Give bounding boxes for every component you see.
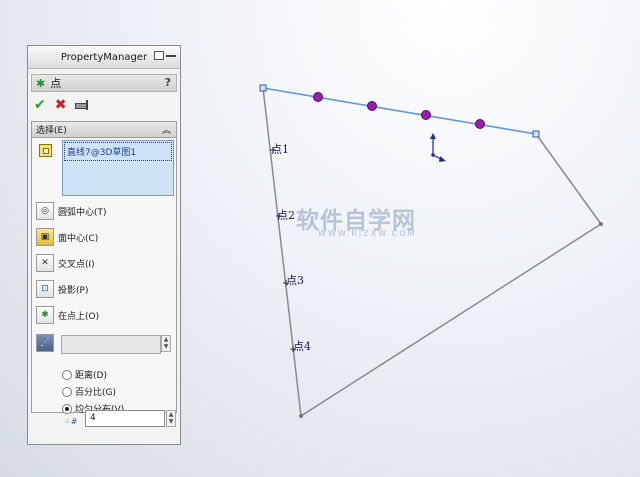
selection-group: 选择(E) ︽ 直线7@3D草图1 ◎ 圆弧中心(T) ▣ 面中心(C) ✕ 交…: [31, 121, 177, 427]
option-face-center[interactable]: ▣ 面中心(C): [36, 228, 98, 246]
sketch-edge-right[interactable]: [535, 133, 602, 225]
cancel-x-icon[interactable]: ✖: [55, 97, 67, 113]
distribution-spinner[interactable]: ▲ ▼: [161, 335, 171, 352]
keep-visible-pushpin-icon[interactable]: [75, 100, 89, 110]
point-label-2: 点2: [277, 209, 295, 222]
selection-list[interactable]: 直线7@3D草图1: [62, 140, 174, 196]
option-label: 投影(P): [58, 285, 89, 296]
selection-group-header[interactable]: 选择(E) ︽: [32, 122, 176, 138]
point-count-input[interactable]: 4: [85, 410, 165, 427]
vertex-point: [299, 414, 303, 418]
radio-distance[interactable]: 距离(D): [62, 368, 107, 381]
sketch-edge-bottom[interactable]: [300, 223, 602, 417]
coordinate-triad-icon: [430, 133, 446, 162]
option-along-curve[interactable]: ⋰: [36, 334, 58, 352]
vertex-point: [599, 222, 603, 226]
feature-name: 点: [50, 77, 62, 90]
intersection-icon[interactable]: ✕: [36, 254, 54, 272]
point-feature-icon: ✱: [36, 76, 46, 90]
selected-line[interactable]: [262, 87, 537, 135]
radio-dot[interactable]: [62, 369, 72, 380]
help-icon[interactable]: ?: [165, 76, 171, 89]
selection-box-icon: [39, 144, 52, 157]
point-count-spinner[interactable]: ▲ ▼: [166, 410, 176, 427]
option-label: 在点上(O): [58, 311, 100, 322]
property-manager: PropertyManager ✱ 点 ? ✔ ✖ 选择(E) ︽ 直线7@3D…: [27, 45, 181, 445]
line-endpoint[interactable]: [532, 130, 540, 138]
point-label-4: 点4: [293, 340, 311, 353]
option-label: 圆弧中心(T): [58, 207, 107, 218]
option-intersection[interactable]: ✕ 交叉点(I): [36, 254, 95, 272]
collapse-chevron-icon[interactable]: ︽: [162, 123, 171, 136]
option-label: 面中心(C): [58, 233, 99, 244]
arc-center-icon[interactable]: ◎: [36, 202, 54, 220]
radio-percent[interactable]: 百分比(G): [62, 385, 116, 398]
projection-icon[interactable]: ⊡: [36, 280, 54, 298]
option-projection[interactable]: ⊡ 投影(P): [36, 280, 88, 298]
face-center-icon[interactable]: ▣: [36, 228, 54, 246]
feature-header: ✱ 点 ?: [31, 74, 177, 92]
on-point-icon[interactable]: ✱: [36, 306, 54, 324]
panel-toggle-icon[interactable]: [154, 51, 164, 60]
radio-dot[interactable]: [62, 386, 72, 397]
line-endpoint[interactable]: [259, 84, 267, 92]
panel-pin-controls[interactable]: [154, 51, 176, 60]
option-arc-center[interactable]: ◎ 圆弧中心(T): [36, 202, 107, 220]
panel-pin-icon[interactable]: [166, 55, 176, 57]
option-label: 交叉点(I): [58, 259, 95, 270]
action-bar: ✔ ✖: [28, 95, 180, 115]
selection-group-label: 选择(E): [36, 126, 67, 136]
selected-entity[interactable]: 直线7@3D草图1: [64, 142, 172, 161]
option-on-point[interactable]: ✱ 在点上(O): [36, 306, 99, 324]
radio-label: 百分比(G): [75, 388, 116, 398]
preview-point: [421, 110, 431, 120]
point-count-icon: ⁘#: [64, 417, 78, 426]
property-manager-title: PropertyManager: [60, 51, 148, 63]
point-label-1: 点1: [271, 143, 289, 156]
along-curve-icon[interactable]: ⋰: [36, 334, 54, 352]
point-label-3: 点3: [286, 274, 304, 287]
distribution-value-field[interactable]: [61, 335, 161, 354]
preview-point: [475, 119, 485, 129]
ok-check-icon[interactable]: ✔: [34, 97, 46, 113]
preview-point: [367, 101, 377, 111]
radio-label: 距离(D): [75, 371, 107, 381]
radio-dot[interactable]: [62, 403, 72, 414]
property-manager-header: PropertyManager: [28, 46, 180, 69]
watermark-url: WWW.RJZXW.COM: [318, 229, 417, 238]
preview-point: [313, 92, 323, 102]
sketch-edge-left[interactable]: [262, 87, 302, 417]
